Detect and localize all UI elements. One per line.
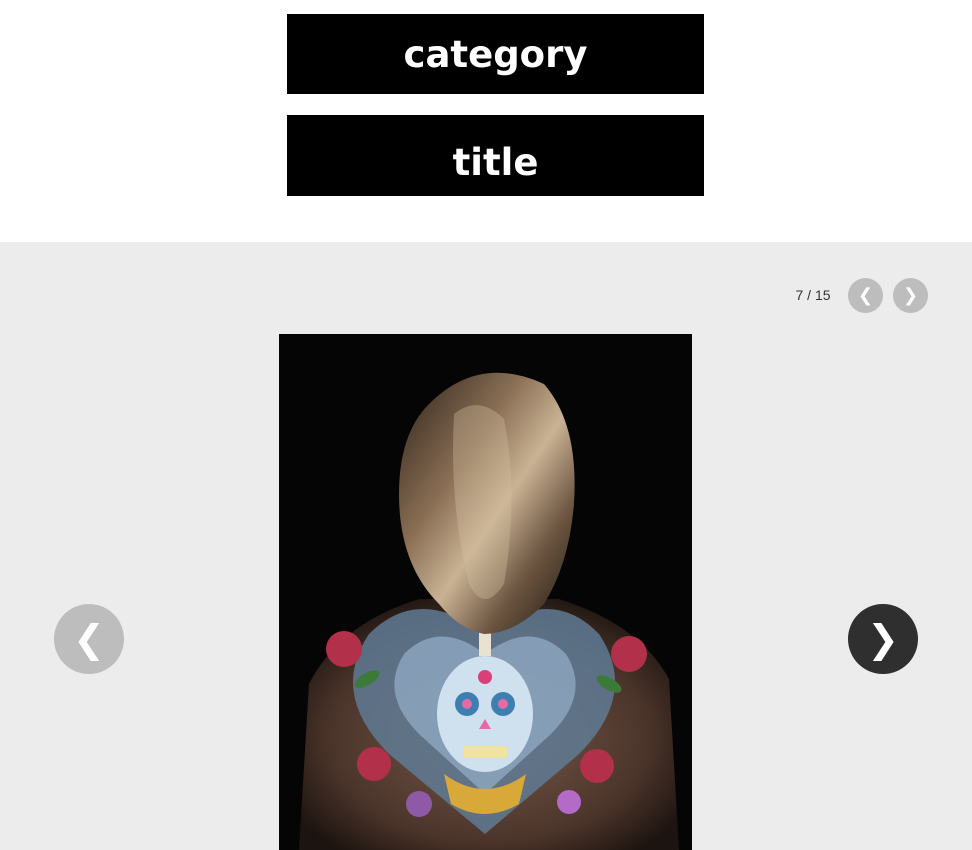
slide-counter: 7 / 15 bbox=[795, 287, 831, 303]
small-next-button[interactable]: ❯ bbox=[893, 278, 928, 313]
title-text: title bbox=[452, 141, 539, 184]
chevron-left-icon: ❮ bbox=[73, 617, 105, 661]
gallery-photo bbox=[279, 334, 692, 850]
small-prev-button[interactable]: ❮ bbox=[848, 278, 883, 313]
chevron-right-icon: ❯ bbox=[902, 284, 919, 306]
category-text: category bbox=[403, 32, 588, 76]
big-next-button[interactable]: ❯ bbox=[848, 604, 918, 674]
chevron-right-icon: ❯ bbox=[867, 617, 899, 661]
category-heading: category bbox=[287, 14, 704, 94]
image-gallery: 7 / 15 ❮ ❯ ❮ ❯ bbox=[0, 242, 972, 850]
chevron-left-icon: ❮ bbox=[857, 284, 874, 306]
title-heading: title bbox=[287, 115, 704, 196]
big-prev-button[interactable]: ❮ bbox=[54, 604, 124, 674]
back-tattoo-image bbox=[279, 334, 692, 850]
